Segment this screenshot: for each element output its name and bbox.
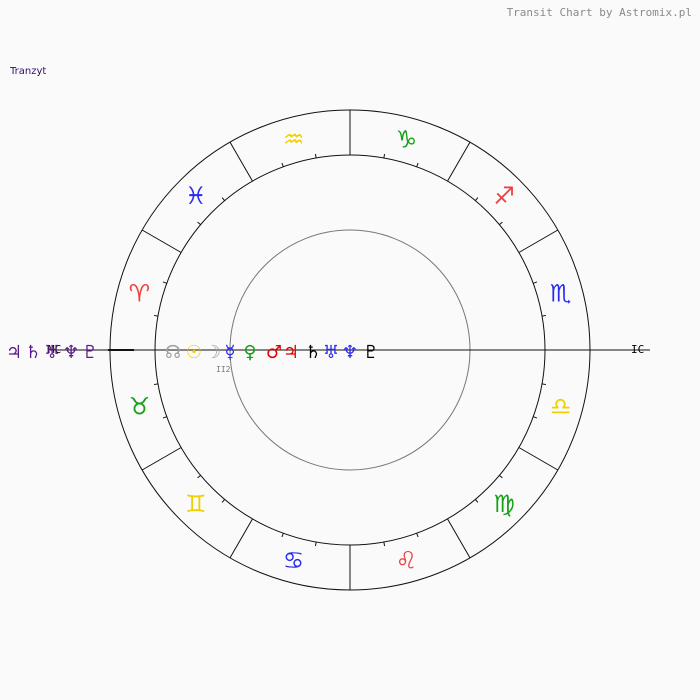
inner-planet: ♆ [342, 342, 358, 363]
degree-tick [221, 197, 226, 201]
degree-tick [281, 533, 284, 538]
degree-tick [153, 383, 159, 386]
degree-tick [541, 383, 547, 386]
transit-planet: ♆ [63, 342, 79, 363]
degree-tick [281, 162, 284, 167]
transit-chart-page: Transit Chart by Astromix.pl Tranzyt ♑ ♐ ♏… [0, 0, 700, 700]
inner-planet: ♅ [323, 342, 339, 363]
inner-planets-row: ☊ ☉ ☽ ☿ ♀ ♂ ♃ ♄ ♅ ♆ ♇ [165, 342, 379, 363]
sign-divider [447, 518, 471, 559]
sign-leo: ♌ [396, 547, 418, 575]
sign-taurus: ♉ [129, 392, 151, 420]
degree-tick [162, 281, 167, 284]
inner-planet: ♃ [283, 342, 299, 363]
degree-tick [197, 221, 201, 226]
transit-planet: ♃ [6, 342, 22, 363]
degree-tick [416, 533, 419, 538]
degree-tick [383, 153, 386, 159]
sign-capricorn: ♑ [396, 125, 418, 153]
inner-planet: ♂ [266, 342, 282, 363]
sign-divider [447, 141, 471, 182]
sign-divider [229, 141, 253, 182]
sign-divider [518, 229, 559, 253]
sign-aquarius: ♒ [283, 125, 305, 153]
small-marker-label: ӀӀ2 [216, 365, 231, 374]
transit-planet: ♅ [44, 342, 60, 363]
sign-gemini: ♊ [185, 490, 207, 518]
degree-tick [197, 474, 201, 479]
degree-tick [474, 499, 479, 503]
degree-tick [314, 153, 317, 159]
degree-tick [533, 416, 538, 419]
degree-tick [383, 541, 386, 547]
degree-tick [541, 314, 547, 317]
degree-tick [314, 541, 317, 547]
degree-tick [499, 474, 503, 479]
sign-libra: ♎ [550, 392, 572, 420]
degree-tick [499, 221, 503, 226]
inner-planet: ♄ [305, 342, 321, 363]
degree-tick [533, 281, 538, 284]
axis-label-right: IC [631, 343, 644, 356]
transit-planet: ♇ [82, 342, 98, 363]
sign-aries: ♈ [129, 280, 151, 308]
sign-sagittarius: ♐ [493, 182, 515, 210]
degree-tick [474, 197, 479, 201]
sign-divider [141, 229, 182, 253]
sign-divider [518, 447, 559, 471]
degree-tick [162, 416, 167, 419]
inner-planet: ☿ [224, 342, 235, 363]
inner-planet: ☽ [205, 342, 221, 363]
sign-virgo: ♍ [493, 490, 515, 518]
inner-planet: ☊ [165, 342, 181, 363]
degree-tick [153, 314, 159, 317]
sign-scorpio: ♏ [550, 280, 572, 308]
inner-planet: ☉ [186, 342, 202, 363]
transit-planet: ♄ [25, 342, 41, 363]
sign-cancer: ♋ [283, 547, 305, 575]
transit-planets-row: ♃ ♄ ♅ ♆ ♇ [6, 342, 98, 363]
sign-divider [141, 447, 182, 471]
sign-pisces: ♓ [185, 182, 207, 210]
inner-planet: ♇ [363, 342, 379, 363]
inner-planet: ♀ [243, 342, 256, 363]
zodiac-wheel: ♑♐♏♎♍♌♋♊♉♈♓♒ MC IC ♃ ♄ ♅ ♆ ♇ ☊ ☉ ☽ ☿ ♀ ♂ ♃ ♄ ♅ ♆ ♇ ӀӀ2 [6, 109, 650, 591]
degree-tick [416, 162, 419, 167]
sign-divider [229, 518, 253, 559]
degree-tick [221, 499, 226, 503]
